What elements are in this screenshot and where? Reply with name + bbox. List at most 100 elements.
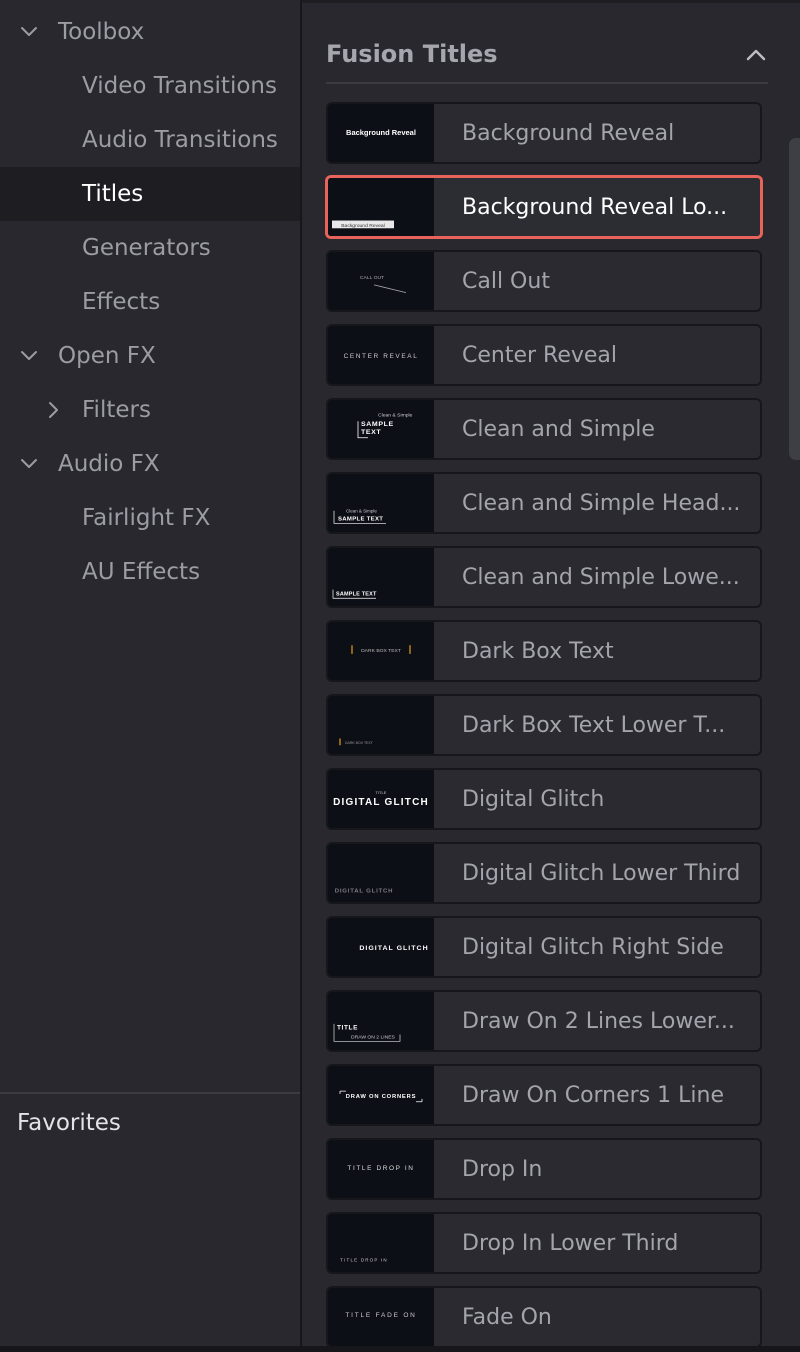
title-card[interactable]: TITLE DROP IN Drop In	[326, 1138, 762, 1200]
svg-text:Background Reveal: Background Reveal	[346, 128, 416, 137]
effects-browser: Fusion Titles Background Reveal Backgroun…	[302, 0, 800, 1352]
svg-text:DIGITAL GLITCH: DIGITAL GLITCH	[333, 797, 429, 808]
title-thumbnail: TITLE DIGITAL GLITCH	[328, 770, 434, 828]
title-card[interactable]: DARK BOX TEXT Dark Box Text	[326, 620, 762, 682]
title-card-label: Digital Glitch	[434, 770, 760, 828]
svg-text:TITLE DROP IN: TITLE DROP IN	[347, 1165, 414, 1172]
title-card[interactable]: DRAW ON CORNERS Draw On Corners 1 Line	[326, 1064, 762, 1126]
title-thumbnail: Background Reveal	[328, 178, 434, 236]
title-card-label: Dark Box Text	[434, 622, 760, 680]
title-thumbnail: CALL OUT	[328, 252, 434, 310]
title-card-label: Dark Box Text Lower T...	[434, 696, 760, 754]
title-thumbnail: SAMPLE TEXT	[328, 548, 434, 606]
tree-item-label: Toolbox	[58, 19, 145, 45]
svg-text:DRAW ON 2 LINES: DRAW ON 2 LINES	[351, 1034, 396, 1040]
tree-item-label: Filters	[82, 397, 151, 423]
tree-item-toolbox[interactable]: Toolbox	[0, 5, 300, 59]
tree-item-label: Titles	[82, 181, 144, 207]
title-card-label: Clean and Simple Lowe...	[434, 548, 760, 606]
title-card[interactable]: Background Reveal Background Reveal	[326, 102, 762, 164]
svg-text:CALL OUT: CALL OUT	[360, 275, 384, 281]
title-card[interactable]: TITLE DROP IN Drop In Lower Third	[326, 1212, 762, 1274]
svg-text:TITLE FADE ON: TITLE FADE ON	[345, 1312, 416, 1319]
title-card-label: Center Reveal	[434, 326, 760, 384]
tree-item-label: Effects	[82, 289, 161, 315]
title-card[interactable]: TITLE FADE ON Fade On	[326, 1286, 762, 1348]
svg-text:Clean & Simple: Clean & Simple	[346, 509, 377, 514]
chevron-up-icon[interactable]	[744, 46, 768, 64]
tree-item-titles[interactable]: Titles	[0, 167, 300, 221]
title-card[interactable]: SAMPLE TEXT Clean and Simple Lowe...	[326, 546, 762, 608]
title-card-label: Background Reveal	[434, 104, 760, 162]
title-card[interactable]: CALL OUT Call Out	[326, 250, 762, 312]
title-thumbnail: TITLE DROP IN	[328, 1214, 434, 1272]
title-card-label: Digital Glitch Lower Third	[434, 844, 760, 902]
tree-item-label: Audio Transitions	[82, 127, 278, 153]
title-card[interactable]: Clean & Simple SAMPLE TEXT Clean and Simple	[326, 398, 762, 460]
svg-text:Clean & Simple: Clean & Simple	[378, 413, 413, 419]
title-thumbnail: CENTER REVEAL	[328, 326, 434, 384]
chevron-down-icon[interactable]	[16, 343, 42, 369]
chevron-down-icon[interactable]	[16, 451, 42, 477]
title-card-label: Drop In Lower Third	[434, 1214, 760, 1272]
tree-item-label: Fairlight FX	[82, 505, 211, 531]
tree-item-fairlight-fx[interactable]: Fairlight FX	[0, 491, 300, 545]
tree-item-label: Audio FX	[58, 451, 160, 477]
tree-item-generators[interactable]: Generators	[0, 221, 300, 275]
svg-text:DIGITAL GLITCH: DIGITAL GLITCH	[359, 945, 428, 952]
tree-item-effects[interactable]: Effects	[0, 275, 300, 329]
svg-text:DIGITAL GLITCH: DIGITAL GLITCH	[335, 888, 394, 894]
svg-text:SAMPLE TEXT: SAMPLE TEXT	[338, 516, 383, 522]
title-thumbnail: Clean & Simple SAMPLE TEXT	[328, 400, 434, 458]
tree-item-label: Open FX	[58, 343, 156, 369]
chevron-right-icon[interactable]	[40, 397, 66, 423]
title-card[interactable]: DARK BOX TEXT Dark Box Text Lower T...	[326, 694, 762, 756]
svg-text:DARK BOX TEXT: DARK BOX TEXT	[361, 648, 401, 654]
title-thumbnail: DARK BOX TEXT	[328, 696, 434, 754]
svg-text:TITLE DROP IN: TITLE DROP IN	[340, 1257, 388, 1262]
title-card[interactable]: TITLE DIGITAL GLITCH Digital Glitch	[326, 768, 762, 830]
title-card[interactable]: CENTER REVEAL Center Reveal	[326, 324, 762, 386]
svg-text:DARK BOX TEXT: DARK BOX TEXT	[345, 741, 374, 745]
tree-item-label: Video Transitions	[82, 73, 277, 99]
svg-text:Background Reveal: Background Reveal	[341, 223, 385, 229]
tree-item-audio-fx[interactable]: Audio FX	[0, 437, 300, 491]
title-thumbnail: Clean & Simple SAMPLE TEXT	[328, 474, 434, 532]
svg-text:TITLE: TITLE	[337, 1025, 358, 1032]
title-card-label: Digital Glitch Right Side	[434, 918, 760, 976]
tree-item-label: Generators	[82, 235, 211, 261]
section-title: Fusion Titles	[326, 40, 498, 68]
title-card[interactable]: Clean & Simple SAMPLE TEXT Clean and Simpl…	[326, 472, 762, 534]
title-card-label: Draw On Corners 1 Line	[434, 1066, 760, 1124]
title-card-label: Call Out	[434, 252, 760, 310]
sidebar: Toolbox Video Transitions Audio Transition…	[0, 0, 300, 1352]
favorites-header[interactable]: Favorites	[17, 1110, 121, 1136]
title-card-label: Background Reveal Lo...	[434, 178, 760, 236]
tree-item-filters[interactable]: Filters	[0, 383, 300, 437]
title-card-label: Clean and Simple Head...	[434, 474, 760, 532]
title-card-label: Clean and Simple	[434, 400, 760, 458]
tree-item-video-transitions[interactable]: Video Transitions	[0, 59, 300, 113]
title-thumbnail: DIGITAL GLITCH	[328, 844, 434, 902]
section-divider	[326, 82, 768, 84]
chevron-down-icon[interactable]	[16, 19, 42, 45]
tree-item-open-fx[interactable]: Open FX	[0, 329, 300, 383]
title-card-label: Fade On	[434, 1288, 760, 1346]
favorites-divider	[0, 1092, 300, 1094]
title-card-label: Drop In	[434, 1140, 760, 1198]
svg-text:TITLE: TITLE	[376, 790, 387, 795]
title-card[interactable]: TITLE DRAW ON 2 LINES Draw On 2 Lines Lowe…	[326, 990, 762, 1052]
title-card[interactable]: DIGITAL GLITCH Digital Glitch Lower Third	[326, 842, 762, 904]
title-card[interactable]: DIGITAL GLITCH Digital Glitch Right Side	[326, 916, 762, 978]
svg-text:SAMPLE: SAMPLE	[361, 421, 394, 428]
scrollbar-thumb[interactable]	[789, 138, 800, 460]
title-thumbnail: DIGITAL GLITCH	[328, 918, 434, 976]
top-edge	[302, 0, 800, 3]
title-thumbnail: TITLE DROP IN	[328, 1140, 434, 1198]
tree-item-au-effects[interactable]: AU Effects	[0, 545, 300, 599]
title-thumbnail: TITLE DRAW ON 2 LINES	[328, 992, 434, 1050]
tree-item-audio-transitions[interactable]: Audio Transitions	[0, 113, 300, 167]
title-thumbnail: Background Reveal	[328, 104, 434, 162]
title-card[interactable]: Background Reveal Background Reveal Lo...	[325, 175, 763, 239]
svg-text:CENTER REVEAL: CENTER REVEAL	[344, 353, 419, 360]
